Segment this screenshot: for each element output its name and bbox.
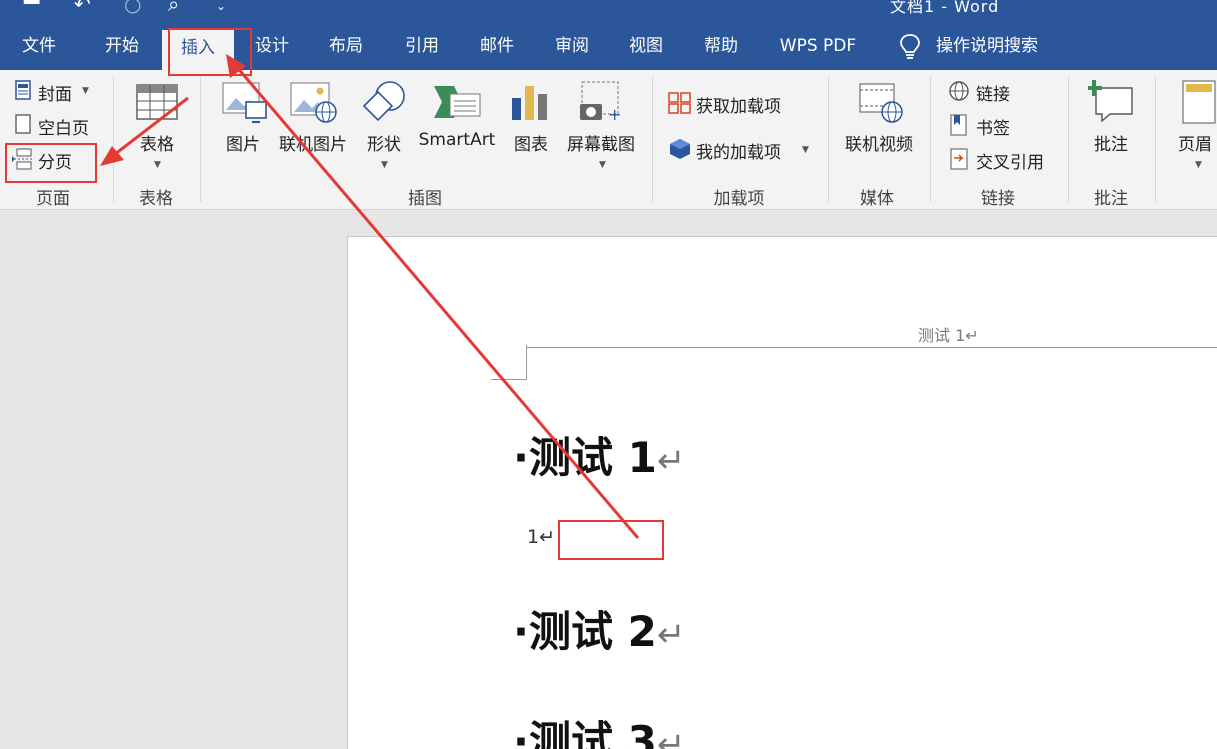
print-preview-icon[interactable]: ⌕: [168, 0, 179, 14]
chevron-down-icon[interactable]: ▼: [1195, 160, 1202, 170]
get-addins-button[interactable]: 获取加载项: [696, 92, 781, 117]
cover-page-button[interactable]: 封面: [38, 80, 72, 105]
redo-icon[interactable]: ○: [124, 0, 141, 14]
my-addins-button[interactable]: 我的加载项: [696, 138, 781, 163]
tab-layout[interactable]: 布局: [316, 26, 376, 70]
window-title: 文档1 - Word: [890, 0, 1000, 16]
annotation-box-cursor: [558, 520, 664, 560]
cross-reference-button[interactable]: 交叉引用: [976, 148, 1044, 173]
document-page[interactable]: [347, 236, 1217, 749]
insert-chart-button[interactable]: 图表: [508, 130, 554, 155]
screenshot-button[interactable]: 屏幕截图: [562, 130, 640, 155]
group-label-pages: 页面: [36, 189, 70, 209]
lightbulb-icon: [900, 34, 920, 59]
screenshot-icon: +: [580, 81, 621, 124]
chevron-down-icon[interactable]: ▼: [154, 160, 161, 170]
link-button[interactable]: 链接: [976, 80, 1010, 105]
tell-me-search[interactable]: 操作说明搜索: [936, 26, 1052, 70]
margin-corner-mark: [491, 379, 527, 380]
body-paragraph[interactable]: 1↵: [527, 526, 555, 548]
heading-2[interactable]: ·测试 2↵: [513, 598, 685, 659]
online-pictures-button[interactable]: 联机图片: [276, 130, 350, 155]
group-label-addins: 加载项: [713, 189, 765, 209]
heading-3[interactable]: ·测试 3↵: [513, 708, 685, 749]
bookmark-button[interactable]: 书签: [976, 114, 1010, 139]
chart-icon: [512, 86, 547, 120]
tab-mailings[interactable]: 邮件: [467, 26, 527, 70]
tab-home[interactable]: 开始: [92, 26, 152, 70]
chevron-down-icon[interactable]: ▼: [82, 86, 89, 96]
table-icon: [136, 84, 178, 120]
group-label-illustrations: 插图: [408, 189, 442, 209]
chevron-down-icon[interactable]: ▼: [381, 160, 388, 170]
save-icon[interactable]: ▀: [24, 0, 39, 14]
my-addins-icon: [670, 139, 690, 159]
header-button[interactable]: 页眉: [1178, 130, 1217, 155]
new-comment-icon: [1088, 80, 1133, 122]
svg-text:+: +: [608, 105, 621, 124]
online-video-icon: [859, 83, 903, 123]
blank-page-icon: [15, 114, 31, 134]
tab-wps-pdf[interactable]: WPS PDF: [770, 26, 866, 70]
insert-picture-button[interactable]: 图片: [220, 130, 266, 155]
cross-reference-icon: [950, 148, 968, 170]
picture-icon: [222, 82, 267, 123]
customize-qat-icon[interactable]: ⌄: [216, 0, 226, 16]
link-globe-icon: [949, 81, 969, 101]
page-header-text[interactable]: 测试 1↵: [918, 322, 979, 346]
insert-table-button[interactable]: 表格: [132, 130, 182, 155]
online-video-button[interactable]: 联机视频: [840, 130, 918, 155]
group-label-table: 表格: [139, 189, 173, 209]
margin-corner-mark: [526, 345, 527, 380]
smartart-button[interactable]: SmartArt: [416, 130, 498, 150]
new-comment-button[interactable]: 批注: [1088, 130, 1134, 155]
undo-icon[interactable]: ↶: [74, 0, 91, 14]
tab-file[interactable]: 文件: [8, 26, 70, 70]
title-bar: ▀ ↶ ○ ⌕ ⌄ 文档1 - Word: [0, 0, 1217, 26]
tab-references[interactable]: 引用: [392, 26, 452, 70]
tab-help[interactable]: 帮助: [691, 26, 751, 70]
smartart-icon: [434, 86, 481, 118]
shapes-icon: [362, 81, 405, 122]
ribbon-panel: 封面 ▼ 空白页 分页 页面 表格 ▼ 表格 图片 联机图片 形状 ▼ Smar…: [0, 70, 1217, 210]
chevron-down-icon[interactable]: ▼: [802, 145, 809, 155]
bookmark-icon: [950, 114, 967, 136]
heading-1[interactable]: ·测试 1↵: [513, 424, 685, 485]
store-icon: [668, 92, 691, 114]
shapes-button[interactable]: 形状: [362, 130, 406, 155]
annotation-box-insert-tab: [168, 28, 252, 76]
group-label-media: 媒体: [860, 189, 894, 209]
blank-page-button[interactable]: 空白页: [38, 114, 89, 139]
annotation-box-page-break: [5, 143, 97, 183]
tab-view[interactable]: 视图: [616, 26, 676, 70]
header-divider: [526, 347, 1217, 348]
header-icon: [1182, 80, 1216, 124]
group-label-links: 链接: [981, 189, 1015, 209]
cover-page-icon: [15, 80, 31, 100]
group-label-comments: 批注: [1094, 189, 1128, 209]
tab-review[interactable]: 审阅: [542, 26, 602, 70]
online-picture-icon: [290, 82, 337, 123]
chevron-down-icon[interactable]: ▼: [599, 160, 606, 170]
